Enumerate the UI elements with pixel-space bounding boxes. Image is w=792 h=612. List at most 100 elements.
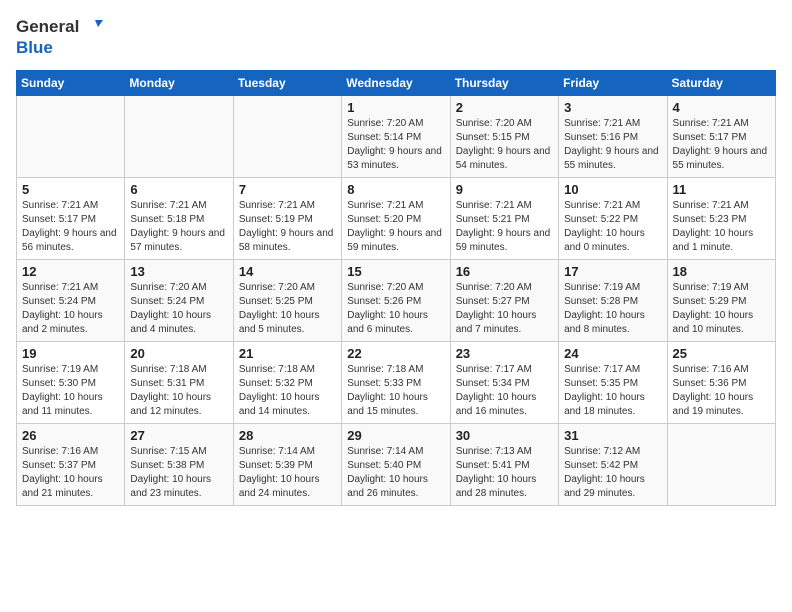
calendar-cell: 12 Sunrise: 7:21 AM Sunset: 5:24 PM Dayli… [17,259,125,341]
day-info: Sunrise: 7:17 AM Sunset: 5:34 PM Dayligh… [456,363,553,419]
day-number: 15 [347,264,444,279]
day-number: 20 [130,346,227,361]
calendar-body: 1Sunrise: 7:20 AM Sunset: 5:14 PM Daylig… [17,95,776,505]
calendar-cell: 6 Sunrise: 7:21 AM Sunset: 5:18 PM Daylig… [125,177,233,259]
day-info: Sunrise: 7:19 AM Sunset: 5:30 PM Dayligh… [22,363,119,419]
calendar-cell: 4Sunrise: 7:21 AM Sunset: 5:17 PM Daylig… [667,95,775,177]
calendar-cell: 14 Sunrise: 7:20 AM Sunset: 5:25 PM Dayli… [233,259,341,341]
day-number: 18 [673,264,770,279]
day-info: Sunrise: 7:14 AM Sunset: 5:40 PM Dayligh… [347,445,444,501]
calendar-cell: 31 Sunrise: 7:12 AM Sunset: 5:42 PM Dayli… [559,423,667,505]
calendar-cell: 20Sunrise: 7:18 AM Sunset: 5:31 PM Dayli… [125,341,233,423]
calendar-cell [667,423,775,505]
calendar-cell [233,95,341,177]
weekday-header-saturday: Saturday [667,70,775,95]
day-number: 7 [239,182,336,197]
calendar-cell: 8Sunrise: 7:21 AM Sunset: 5:20 PM Daylig… [342,177,450,259]
calendar-cell: 25Sunrise: 7:16 AM Sunset: 5:36 PM Dayli… [667,341,775,423]
calendar-cell: 11 Sunrise: 7:21 AM Sunset: 5:23 PM Dayli… [667,177,775,259]
calendar-cell: 9 Sunrise: 7:21 AM Sunset: 5:21 PM Daylig… [450,177,558,259]
logo-bird-icon [81,16,103,38]
weekday-header-wednesday: Wednesday [342,70,450,95]
calendar-cell: 28Sunrise: 7:14 AM Sunset: 5:39 PM Dayli… [233,423,341,505]
day-number: 11 [673,182,770,197]
weekday-header-monday: Monday [125,70,233,95]
week-row-5: 26 Sunrise: 7:16 AM Sunset: 5:37 PM Dayli… [17,423,776,505]
weekday-header-sunday: Sunday [17,70,125,95]
calendar-cell: 18Sunrise: 7:19 AM Sunset: 5:29 PM Dayli… [667,259,775,341]
day-info: Sunrise: 7:18 AM Sunset: 5:32 PM Dayligh… [239,363,336,419]
day-number: 23 [456,346,553,361]
day-info: Sunrise: 7:15 AM Sunset: 5:38 PM Dayligh… [130,445,227,501]
day-number: 12 [22,264,119,279]
logo: General Blue [16,16,103,58]
calendar-cell: 17 Sunrise: 7:19 AM Sunset: 5:28 PM Dayli… [559,259,667,341]
day-number: 31 [564,428,661,443]
day-info: Sunrise: 7:21 AM Sunset: 5:19 PM Dayligh… [239,199,336,255]
weekday-header-friday: Friday [559,70,667,95]
day-number: 1 [347,100,444,115]
calendar-cell: 23 Sunrise: 7:17 AM Sunset: 5:34 PM Dayli… [450,341,558,423]
day-number: 6 [130,182,227,197]
day-number: 24 [564,346,661,361]
day-number: 28 [239,428,336,443]
logo-general: General [16,17,79,37]
day-info: Sunrise: 7:21 AM Sunset: 5:18 PM Dayligh… [130,199,227,255]
weekday-header-tuesday: Tuesday [233,70,341,95]
calendar-cell: 29 Sunrise: 7:14 AM Sunset: 5:40 PM Dayli… [342,423,450,505]
week-row-1: 1Sunrise: 7:20 AM Sunset: 5:14 PM Daylig… [17,95,776,177]
page-header: General Blue [16,16,776,58]
day-info: Sunrise: 7:21 AM Sunset: 5:16 PM Dayligh… [564,117,661,173]
logo-blue: Blue [16,38,53,58]
calendar-cell: 2 Sunrise: 7:20 AM Sunset: 5:15 PM Daylig… [450,95,558,177]
calendar-cell: 1Sunrise: 7:20 AM Sunset: 5:14 PM Daylig… [342,95,450,177]
week-row-2: 5 Sunrise: 7:21 AM Sunset: 5:17 PM Daylig… [17,177,776,259]
calendar-header-row: SundayMondayTuesdayWednesdayThursdayFrid… [17,70,776,95]
day-info: Sunrise: 7:20 AM Sunset: 5:24 PM Dayligh… [130,281,227,337]
day-info: Sunrise: 7:16 AM Sunset: 5:36 PM Dayligh… [673,363,770,419]
calendar-cell: 16Sunrise: 7:20 AM Sunset: 5:27 PM Dayli… [450,259,558,341]
day-info: Sunrise: 7:21 AM Sunset: 5:21 PM Dayligh… [456,199,553,255]
day-info: Sunrise: 7:16 AM Sunset: 5:37 PM Dayligh… [22,445,119,501]
day-info: Sunrise: 7:20 AM Sunset: 5:27 PM Dayligh… [456,281,553,337]
day-number: 14 [239,264,336,279]
calendar-cell: 27 Sunrise: 7:15 AM Sunset: 5:38 PM Dayli… [125,423,233,505]
day-number: 13 [130,264,227,279]
day-number: 19 [22,346,119,361]
calendar-cell: 13 Sunrise: 7:20 AM Sunset: 5:24 PM Dayli… [125,259,233,341]
day-info: Sunrise: 7:21 AM Sunset: 5:17 PM Dayligh… [22,199,119,255]
day-info: Sunrise: 7:21 AM Sunset: 5:20 PM Dayligh… [347,199,444,255]
day-number: 2 [456,100,553,115]
day-number: 17 [564,264,661,279]
day-number: 5 [22,182,119,197]
day-info: Sunrise: 7:19 AM Sunset: 5:28 PM Dayligh… [564,281,661,337]
day-number: 22 [347,346,444,361]
calendar-cell: 21 Sunrise: 7:18 AM Sunset: 5:32 PM Dayli… [233,341,341,423]
calendar-cell: 26 Sunrise: 7:16 AM Sunset: 5:37 PM Dayli… [17,423,125,505]
day-number: 30 [456,428,553,443]
day-number: 29 [347,428,444,443]
day-number: 4 [673,100,770,115]
day-number: 9 [456,182,553,197]
calendar-cell [17,95,125,177]
day-number: 10 [564,182,661,197]
day-info: Sunrise: 7:21 AM Sunset: 5:22 PM Dayligh… [564,199,661,255]
day-info: Sunrise: 7:21 AM Sunset: 5:23 PM Dayligh… [673,199,770,255]
weekday-header-thursday: Thursday [450,70,558,95]
week-row-3: 12 Sunrise: 7:21 AM Sunset: 5:24 PM Dayli… [17,259,776,341]
day-info: Sunrise: 7:13 AM Sunset: 5:41 PM Dayligh… [456,445,553,501]
calendar-cell: 7 Sunrise: 7:21 AM Sunset: 5:19 PM Daylig… [233,177,341,259]
calendar-cell: 30 Sunrise: 7:13 AM Sunset: 5:41 PM Dayli… [450,423,558,505]
day-info: Sunrise: 7:21 AM Sunset: 5:24 PM Dayligh… [22,281,119,337]
calendar-cell: 15Sunrise: 7:20 AM Sunset: 5:26 PM Dayli… [342,259,450,341]
day-number: 3 [564,100,661,115]
day-number: 21 [239,346,336,361]
day-info: Sunrise: 7:20 AM Sunset: 5:25 PM Dayligh… [239,281,336,337]
day-number: 27 [130,428,227,443]
day-info: Sunrise: 7:20 AM Sunset: 5:15 PM Dayligh… [456,117,553,173]
day-info: Sunrise: 7:18 AM Sunset: 5:33 PM Dayligh… [347,363,444,419]
day-info: Sunrise: 7:12 AM Sunset: 5:42 PM Dayligh… [564,445,661,501]
calendar-table: SundayMondayTuesdayWednesdayThursdayFrid… [16,70,776,506]
calendar-cell: 10 Sunrise: 7:21 AM Sunset: 5:22 PM Dayli… [559,177,667,259]
day-number: 26 [22,428,119,443]
